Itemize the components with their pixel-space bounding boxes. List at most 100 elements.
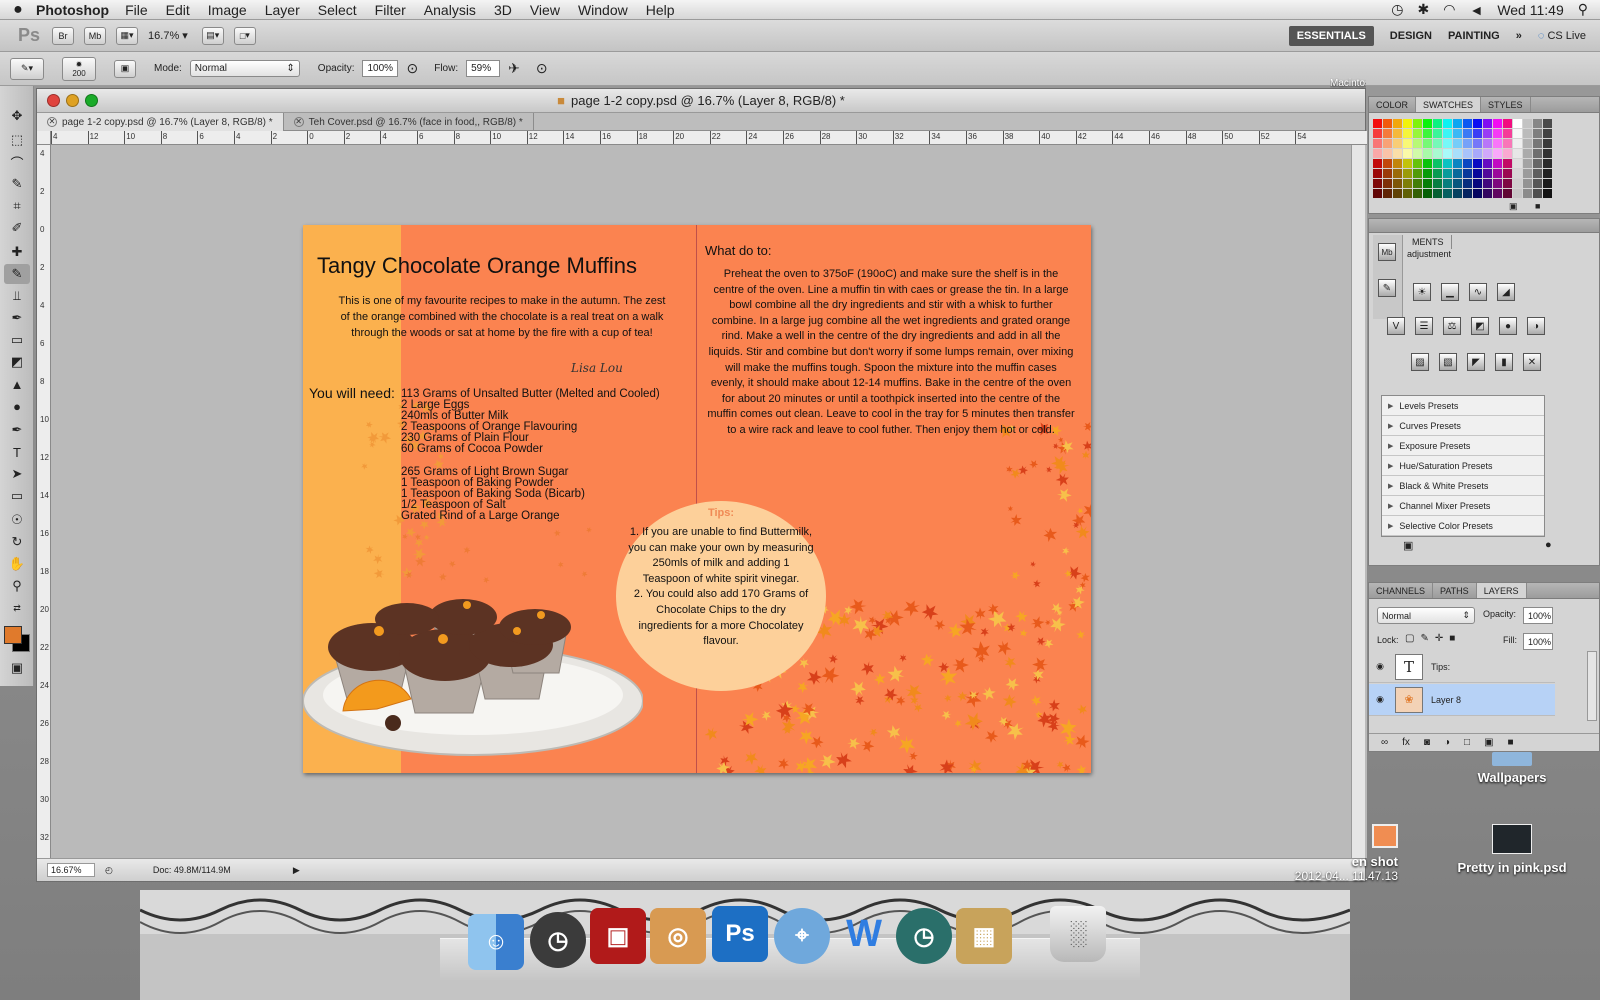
color-balance-icon[interactable]: ⚖: [1443, 317, 1461, 335]
threshold-icon[interactable]: ◤: [1467, 353, 1485, 371]
swatch-cell[interactable]: [1443, 119, 1452, 128]
swatch-cell[interactable]: [1393, 189, 1402, 198]
vertical-scrollbar[interactable]: [1351, 145, 1365, 858]
gradient-map-icon[interactable]: ▮: [1495, 353, 1513, 371]
curves-icon[interactable]: ∿: [1469, 283, 1487, 301]
healing-brush-tool-icon[interactable]: ✚: [4, 242, 30, 262]
visibility-eye-icon[interactable]: ◉: [1369, 694, 1391, 705]
swatch-cell[interactable]: [1393, 149, 1402, 158]
selective-color-icon[interactable]: ✕: [1523, 353, 1541, 371]
swatch-cell[interactable]: [1483, 149, 1492, 158]
flow-field[interactable]: 59%: [466, 60, 501, 77]
swatch-cell[interactable]: [1493, 149, 1502, 158]
swatch-cell[interactable]: [1373, 169, 1382, 178]
close-tab-icon[interactable]: ✕: [47, 117, 57, 127]
apple-menu-icon[interactable]: ●: [0, 1, 36, 19]
swatch-cell[interactable]: [1433, 159, 1442, 168]
swatch-cell[interactable]: [1523, 189, 1532, 198]
layer-opacity-field[interactable]: 100%: [1523, 607, 1553, 624]
swap-colors-icon[interactable]: ⇄: [4, 598, 30, 618]
posterize-icon[interactable]: ▧: [1439, 353, 1457, 371]
brush-presets-panel-icon[interactable]: ✎: [1378, 279, 1396, 297]
swatch-cell[interactable]: [1383, 149, 1392, 158]
swatch-cell[interactable]: [1543, 119, 1552, 128]
visibility-eye-icon[interactable]: ◉: [1369, 661, 1391, 672]
swatch-cell[interactable]: [1423, 139, 1432, 148]
minimize-window-button[interactable]: [66, 94, 79, 107]
preset-black-white[interactable]: ▶ Black & White Presets: [1382, 476, 1544, 496]
fill-field[interactable]: 100%: [1523, 633, 1553, 650]
swatch-cell[interactable]: [1513, 169, 1522, 178]
swatch-cell[interactable]: [1373, 119, 1382, 128]
desktop-icon-pretty-in-pink[interactable]: Pretty in pink.psd: [1440, 824, 1584, 875]
swatch-cell[interactable]: [1463, 119, 1472, 128]
brush-tool-icon[interactable]: ✎: [4, 264, 30, 284]
tab-swatches[interactable]: SWATCHES: [1416, 97, 1482, 112]
dock-dashboard-icon[interactable]: ◷: [530, 912, 586, 968]
layer-row-tips[interactable]: ◉ T Tips:: [1369, 651, 1555, 683]
view-extras-button[interactable]: ▦ ▾: [116, 26, 139, 45]
type-tool-icon[interactable]: T: [4, 442, 30, 462]
spotlight-icon[interactable]: ⚲: [1578, 1, 1588, 18]
swatch-cell[interactable]: [1463, 189, 1472, 198]
document-title-bar[interactable]: ■ page 1-2 copy.psd @ 16.7% (Layer 8, RG…: [37, 89, 1365, 113]
document-canvas[interactable]: Tangy Chocolate Orange Muffins This is o…: [51, 145, 1367, 858]
swatch-cell[interactable]: [1423, 159, 1432, 168]
3d-orbit-tool-icon[interactable]: ↻: [4, 532, 30, 552]
vibrance-icon[interactable]: V: [1387, 317, 1405, 335]
menu-file[interactable]: File: [125, 2, 148, 18]
swatch-cell[interactable]: [1393, 139, 1402, 148]
swatch-cell[interactable]: [1393, 169, 1402, 178]
swatch-cell[interactable]: [1383, 189, 1392, 198]
swatch-cell[interactable]: [1413, 119, 1422, 128]
preset-curves[interactable]: ▶ Curves Presets: [1382, 416, 1544, 436]
time-machine-icon[interactable]: ◷: [1391, 1, 1403, 18]
3d-rotate-tool-icon[interactable]: ☉: [4, 510, 30, 530]
swatch-cell[interactable]: [1453, 119, 1462, 128]
brush-panel-toggle[interactable]: ▣: [114, 59, 136, 78]
swatch-cell[interactable]: [1433, 189, 1442, 198]
swatch-cell[interactable]: [1373, 139, 1382, 148]
swatch-cell[interactable]: [1463, 159, 1472, 168]
swatch-cell[interactable]: [1473, 159, 1482, 168]
tab-color[interactable]: COLOR: [1369, 97, 1417, 112]
swatch-cell[interactable]: [1493, 129, 1502, 138]
swatch-cell[interactable]: [1543, 129, 1552, 138]
swatch-cell[interactable]: [1543, 179, 1552, 188]
swatch-cell[interactable]: [1503, 119, 1512, 128]
swatch-cell[interactable]: [1393, 179, 1402, 188]
swatch-cell[interactable]: [1463, 149, 1472, 158]
blur-tool-icon[interactable]: ▲: [4, 374, 30, 394]
menu-3d[interactable]: 3D: [494, 2, 512, 18]
swatch-cell[interactable]: [1413, 169, 1422, 178]
swatch-cell[interactable]: [1403, 179, 1412, 188]
swatch-cell[interactable]: [1393, 159, 1402, 168]
ruler-corner[interactable]: [37, 131, 51, 145]
swatch-cell[interactable]: [1413, 159, 1422, 168]
swatch-grid[interactable]: [1373, 119, 1553, 199]
menu-help[interactable]: Help: [646, 2, 675, 18]
swatch-cell[interactable]: [1473, 169, 1482, 178]
lock-icons[interactable]: ▢✎✛■: [1405, 633, 1461, 644]
swatch-cell[interactable]: [1463, 129, 1472, 138]
dock-finder-icon[interactable]: ☺: [468, 914, 524, 970]
swatch-cell[interactable]: [1373, 159, 1382, 168]
swatch-cell[interactable]: [1513, 139, 1522, 148]
cs-live-button[interactable]: ◌ CS Live: [1538, 30, 1586, 42]
menu-edit[interactable]: Edit: [166, 2, 190, 18]
swatch-cell[interactable]: [1503, 169, 1512, 178]
crop-tool-icon[interactable]: ⌗: [4, 196, 30, 216]
swatch-cell[interactable]: [1473, 149, 1482, 158]
tab-paths[interactable]: PATHS: [1433, 583, 1477, 598]
swatch-cell[interactable]: [1423, 179, 1432, 188]
mini-bridge-button[interactable]: Mb: [84, 26, 107, 45]
delete-swatch-icon[interactable]: ■: [1535, 201, 1540, 211]
clip-to-layer-icon[interactable]: ▣: [1403, 539, 1413, 552]
swatch-cell[interactable]: [1463, 139, 1472, 148]
swatch-cell[interactable]: [1533, 139, 1542, 148]
swatch-cell[interactable]: [1493, 179, 1502, 188]
swatch-cell[interactable]: [1413, 149, 1422, 158]
hue-saturation-icon[interactable]: ☰: [1415, 317, 1433, 335]
path-select-tool-icon[interactable]: ➤: [4, 464, 30, 484]
panel-options-icon[interactable]: ●: [1545, 539, 1552, 551]
